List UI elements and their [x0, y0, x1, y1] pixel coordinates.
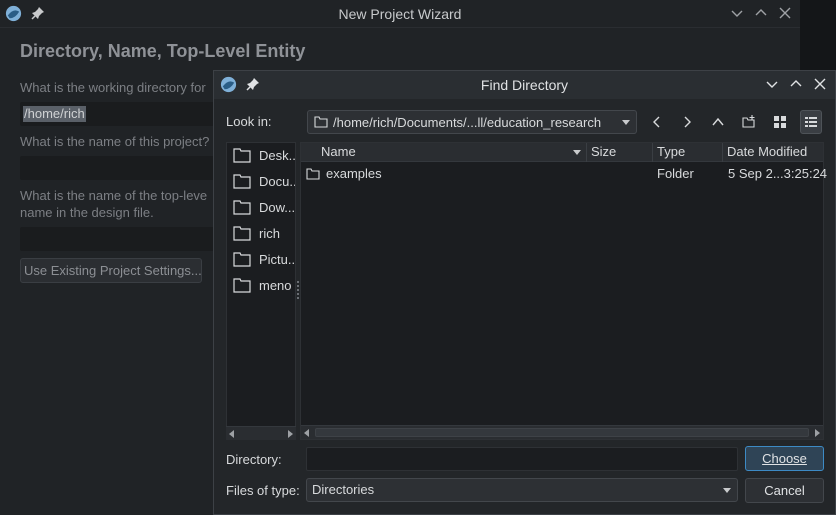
project-name-question: What is the name of this project? — [20, 134, 210, 149]
find-directory-dialog: Find Directory Look in: /home/rich/Docum… — [213, 70, 836, 515]
sidebar-item-pictures[interactable]: Pictu.. — [233, 248, 295, 270]
sidebar-item-label: rich — [259, 225, 280, 241]
sidebar-item-rich[interactable]: rich — [233, 222, 280, 244]
file-list-view[interactable]: Name Size Type Date Modified examples Fo… — [300, 142, 827, 440]
top-level-question: What is the name of the top-leve — [20, 188, 208, 203]
chevron-down-icon — [731, 10, 743, 17]
file-type: Folder — [657, 166, 694, 181]
column-header-name[interactable]: Name — [317, 143, 587, 162]
folder-icon — [233, 200, 251, 215]
sidebar-item-downloads[interactable]: Dow... — [233, 196, 295, 218]
directory-question: What is the working directory for — [20, 80, 206, 95]
sidebar-item-label: meno — [259, 277, 292, 293]
forward-button[interactable] — [676, 110, 698, 134]
folder-icon — [233, 226, 251, 241]
file-date-modified: 5 Sep 2...3:25:24 — [728, 166, 828, 181]
choose-button[interactable]: Choose — [745, 446, 824, 471]
sidebar-item-label: Dow... — [259, 199, 296, 215]
close-icon — [779, 7, 791, 19]
folder-icon — [233, 252, 251, 267]
look-in-combo[interactable]: /home/rich/Documents/...ll/education_res… — [307, 110, 637, 134]
folder-icon — [314, 116, 328, 128]
top-level-entity-field[interactable] — [20, 227, 220, 251]
parent-directory-button[interactable] — [707, 110, 729, 134]
look-in-path: /home/rich/Documents/...ll/education_res… — [333, 114, 602, 130]
look-in-label: Look in: — [226, 114, 272, 129]
files-of-type-combo[interactable]: Directories — [306, 478, 738, 502]
list-view-button[interactable] — [769, 110, 791, 134]
dialog-title: Find Directory — [480, 77, 569, 93]
top-level-question-line2: name in the design file. — [20, 205, 154, 220]
chevron-up-icon — [755, 9, 767, 16]
scroll-right-icon[interactable] — [288, 430, 293, 438]
use-existing-settings-button[interactable]: Use Existing Project Settings... — [20, 258, 202, 283]
sidebar-item-label: Desk.. — [259, 147, 296, 163]
detail-view-button[interactable] — [800, 110, 822, 134]
file-row[interactable]: examples Folder 5 Sep 2...3:25:24 — [301, 165, 827, 185]
file-list-header: Name Size Type Date Modified — [301, 143, 823, 162]
back-arrow-icon — [653, 116, 660, 128]
project-name-field[interactable] — [20, 156, 220, 180]
new-folder-icon — [742, 115, 755, 128]
sort-descending-icon — [573, 150, 581, 155]
wizard-title: New Project Wizard — [338, 6, 462, 22]
directory-input[interactable] — [306, 447, 738, 471]
wizard-titlebar: New Project Wizard — [0, 0, 800, 28]
sidebar-item-meno[interactable]: meno — [233, 274, 292, 296]
column-header-size[interactable]: Size — [587, 143, 653, 162]
forward-arrow-icon — [684, 116, 691, 128]
cancel-button[interactable]: Cancel — [745, 478, 824, 503]
column-header-type[interactable]: Type — [653, 143, 723, 162]
sidebar-horizontal-scrollbar[interactable] — [226, 426, 296, 440]
new-folder-button[interactable] — [738, 110, 760, 134]
maximize-button[interactable] — [752, 4, 770, 22]
file-name: examples — [326, 166, 382, 181]
folder-icon — [233, 174, 251, 189]
detail-view-icon — [805, 117, 817, 127]
scroll-left-icon[interactable] — [229, 430, 234, 438]
dropdown-arrow-icon — [723, 488, 731, 493]
wizard-heading: Directory, Name, Top-Level Entity — [20, 41, 306, 61]
folder-icon — [233, 148, 251, 163]
working-directory-field[interactable]: /home/rich — [20, 102, 220, 126]
dropdown-arrow-icon — [622, 120, 630, 125]
dialog-titlebar: Find Directory — [214, 71, 835, 99]
scrollbar-thumb[interactable] — [315, 428, 809, 437]
maximize-button[interactable] — [787, 75, 805, 93]
sidebar-item-label: Docu.. — [259, 173, 296, 189]
scroll-left-icon[interactable] — [304, 429, 309, 437]
scroll-right-icon[interactable] — [815, 429, 820, 437]
sidebar-splitter-handle[interactable] — [297, 281, 299, 299]
sidebar-item-desktop[interactable]: Desk.. — [233, 144, 296, 166]
close-button[interactable] — [776, 4, 794, 22]
close-button[interactable] — [811, 75, 829, 93]
minimize-button[interactable] — [728, 4, 746, 22]
chevron-down-icon — [766, 81, 778, 88]
back-button[interactable] — [646, 110, 668, 134]
up-arrow-icon — [712, 117, 724, 126]
files-of-type-label: Files of type: — [226, 483, 300, 498]
sidebar-item-documents[interactable]: Docu.. — [233, 170, 296, 192]
places-sidebar: Desk.. Docu.. Dow... rich Pictu.. meno — [226, 142, 296, 440]
column-header-date-modified[interactable]: Date Modified — [723, 143, 824, 162]
minimize-button[interactable] — [763, 75, 781, 93]
sidebar-item-label: Pictu.. — [259, 251, 296, 267]
working-directory-value: /home/rich — [23, 106, 86, 122]
folder-icon — [306, 168, 320, 180]
chevron-up-icon — [790, 80, 802, 87]
close-icon — [814, 78, 826, 90]
files-of-type-value: Directories — [312, 482, 375, 497]
directory-label: Directory: — [226, 452, 282, 467]
folder-icon — [233, 278, 251, 293]
list-view-icon — [774, 116, 786, 128]
file-list-horizontal-scrollbar[interactable] — [301, 425, 823, 439]
